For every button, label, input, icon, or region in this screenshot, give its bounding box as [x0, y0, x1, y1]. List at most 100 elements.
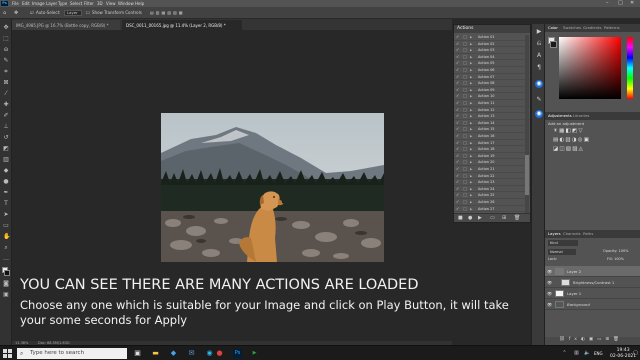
expand-triangle-icon[interactable]: ▶ — [470, 120, 472, 127]
expand-triangle-icon[interactable]: ▶ — [470, 146, 472, 153]
expand-triangle-icon[interactable]: ▶ — [470, 67, 472, 74]
auto-select-checkbox[interactable]: ☑ — [30, 10, 34, 16]
pen-icon[interactable]: ✒ — [3, 190, 9, 196]
language-indicator[interactable]: ENG — [594, 351, 603, 356]
tab-channels[interactable]: Channels — [563, 230, 581, 238]
dialog-toggle-box[interactable] — [463, 180, 467, 185]
close-icon[interactable]: ✕ — [630, 0, 634, 7]
action-enabled-check-icon[interactable]: ✓ — [456, 67, 461, 74]
action-enabled-check-icon[interactable]: ✓ — [456, 87, 461, 94]
dialog-toggle-box[interactable] — [463, 54, 467, 59]
layer-row-layer-2[interactable]: 👁 Layer 2 — [545, 266, 640, 277]
dialog-toggle-box[interactable] — [463, 81, 467, 86]
tab-layers[interactable]: Layers — [548, 230, 561, 238]
tab-color[interactable]: Color — [548, 24, 558, 32]
dialog-toggle-box[interactable] — [463, 147, 467, 152]
action-enabled-check-icon[interactable]: ✓ — [456, 186, 461, 193]
tab-adjustments[interactable]: Adjustments — [548, 112, 572, 120]
dialog-toggle-box[interactable] — [463, 200, 467, 204]
action-row[interactable]: ✓ ▶ Action 23 — [454, 179, 530, 186]
mail-icon[interactable]: ✉ — [187, 349, 196, 358]
frame-icon[interactable]: ⊠ — [3, 80, 9, 86]
action-enabled-check-icon[interactable]: ✓ — [456, 47, 461, 54]
layer-row-brightness-contrast[interactable]: 👁 Brightness/Contrast 1 — [545, 277, 640, 288]
visibility-eye-icon[interactable]: 👁 — [547, 266, 552, 277]
layers-footer-icons[interactable]: ⛓fx◐▣▭⊞🗑 — [545, 337, 640, 345]
stop-icon[interactable]: ■ — [458, 215, 463, 221]
menu-filter[interactable]: Filter — [84, 0, 94, 7]
eraser-icon[interactable]: ◩ — [3, 146, 9, 152]
expand-triangle-icon[interactable]: ▶ — [470, 41, 472, 48]
paragraph-icon[interactable]: ¶ — [535, 64, 543, 72]
expand-triangle-icon[interactable]: ▶ — [470, 192, 472, 199]
camtasia-icon[interactable]: ▶ — [250, 349, 259, 358]
expand-triangle-icon[interactable]: ▶ — [470, 87, 472, 94]
expand-triangle-icon[interactable]: ▶ — [470, 126, 472, 133]
expand-triangle-icon[interactable]: ▶ — [470, 60, 472, 67]
show-transform-checkbox[interactable]: ☐ — [86, 10, 90, 16]
brush-settings-icon[interactable]: ✎ — [535, 96, 543, 104]
action-row[interactable]: ✓ ▶ Action 13 — [454, 113, 530, 120]
action-row[interactable]: ✓ ▶ Action 20 — [454, 159, 530, 166]
action-row[interactable]: ✓ ▶ Action 27 — [454, 206, 530, 213]
hand-icon[interactable]: ✋ — [3, 234, 10, 240]
menu-help[interactable]: Help — [135, 0, 144, 7]
taskbar-search-box[interactable]: ⌕ Type here to search — [17, 348, 127, 359]
expand-triangle-icon[interactable]: ▶ — [470, 140, 472, 147]
crop-icon[interactable]: ⌗ — [3, 69, 9, 75]
menu-window[interactable]: Window — [118, 0, 134, 7]
action-enabled-check-icon[interactable]: ✓ — [456, 146, 461, 153]
scrollbar-thumb[interactable] — [525, 155, 529, 195]
menu-layer[interactable]: Layer — [46, 0, 57, 7]
tab-document-2[interactable]: DSC_0011_00165.jpg @ 11.4% (Layer 2, RGB… — [122, 20, 242, 30]
dialog-toggle-box[interactable] — [463, 94, 467, 99]
dialog-toggle-box[interactable] — [463, 61, 467, 66]
expand-triangle-icon[interactable]: ▶ — [470, 34, 472, 41]
action-enabled-check-icon[interactable]: ✓ — [456, 41, 461, 48]
path-select-icon[interactable]: ➤ — [3, 212, 9, 218]
action-row[interactable]: ✓ ▶ Action 14 — [454, 120, 530, 127]
dialog-toggle-box[interactable] — [463, 167, 467, 171]
auto-select-dropdown[interactable]: Layer — [64, 10, 82, 16]
action-enabled-check-icon[interactable]: ✓ — [456, 74, 461, 81]
action-row[interactable]: ✓ ▶ Action 19 — [454, 153, 530, 160]
tab-swatches[interactable]: Swatches — [563, 24, 581, 32]
action-row[interactable]: ✓ ▶ Action 06 — [454, 67, 530, 74]
tab-patterns[interactable]: Patterns — [604, 24, 620, 32]
action-row[interactable]: ✓ ▶ Action 11 — [454, 100, 530, 107]
action-row[interactable]: ✓ ▶ Action 17 — [454, 140, 530, 147]
visibility-eye-icon[interactable]: 👁 — [547, 288, 552, 299]
menu-type[interactable]: Type — [58, 0, 67, 7]
dialog-toggle-box[interactable] — [463, 193, 467, 198]
shape-icon[interactable]: ▭ — [3, 223, 9, 229]
dialog-toggle-box[interactable] — [463, 74, 467, 79]
expand-triangle-icon[interactable]: ▶ — [470, 186, 472, 193]
menu-file[interactable]: File — [12, 0, 19, 7]
visibility-eye-icon[interactable]: 👁 — [547, 299, 552, 310]
expand-triangle-icon[interactable]: ▶ — [470, 166, 472, 173]
brush-icon[interactable]: ✐ — [3, 113, 9, 119]
action-row[interactable]: ✓ ▶ Action 12 — [454, 107, 530, 114]
dialog-toggle-box[interactable] — [463, 87, 467, 92]
blend-mode-dropdown[interactable]: Normal — [548, 249, 576, 255]
store-icon[interactable]: ◆ — [169, 349, 178, 358]
tab-document-1[interactable]: IMG_4985.JPG @ 16.7% (Bottle copy, RGB/8… — [12, 20, 120, 30]
action-enabled-check-icon[interactable]: ✓ — [456, 173, 461, 180]
background-color-swatch[interactable] — [4, 270, 10, 276]
document-image[interactable] — [161, 113, 384, 262]
action-row[interactable]: ✓ ▶ Action 10 — [454, 93, 530, 100]
tab-gradients[interactable]: Gradients — [583, 24, 602, 32]
healing-icon[interactable]: ✚ — [3, 102, 9, 108]
stamp-icon[interactable]: ⊥ — [3, 124, 9, 130]
dialog-toggle-box[interactable] — [463, 186, 467, 191]
action-enabled-check-icon[interactable]: ✓ — [456, 113, 461, 120]
tab-libraries[interactable]: Libraries — [573, 112, 589, 120]
dialog-toggle-box[interactable] — [463, 173, 467, 178]
action-enabled-check-icon[interactable]: ✓ — [456, 133, 461, 140]
layer-kind-filter[interactable]: Kind — [548, 240, 578, 246]
layer-row-background[interactable]: 👁 Background — [545, 299, 640, 310]
maximize-icon[interactable]: □ — [618, 0, 623, 7]
dodge-icon[interactable]: ● — [3, 179, 9, 185]
dialog-toggle-box[interactable] — [463, 140, 467, 145]
action-enabled-check-icon[interactable]: ✓ — [456, 159, 461, 166]
